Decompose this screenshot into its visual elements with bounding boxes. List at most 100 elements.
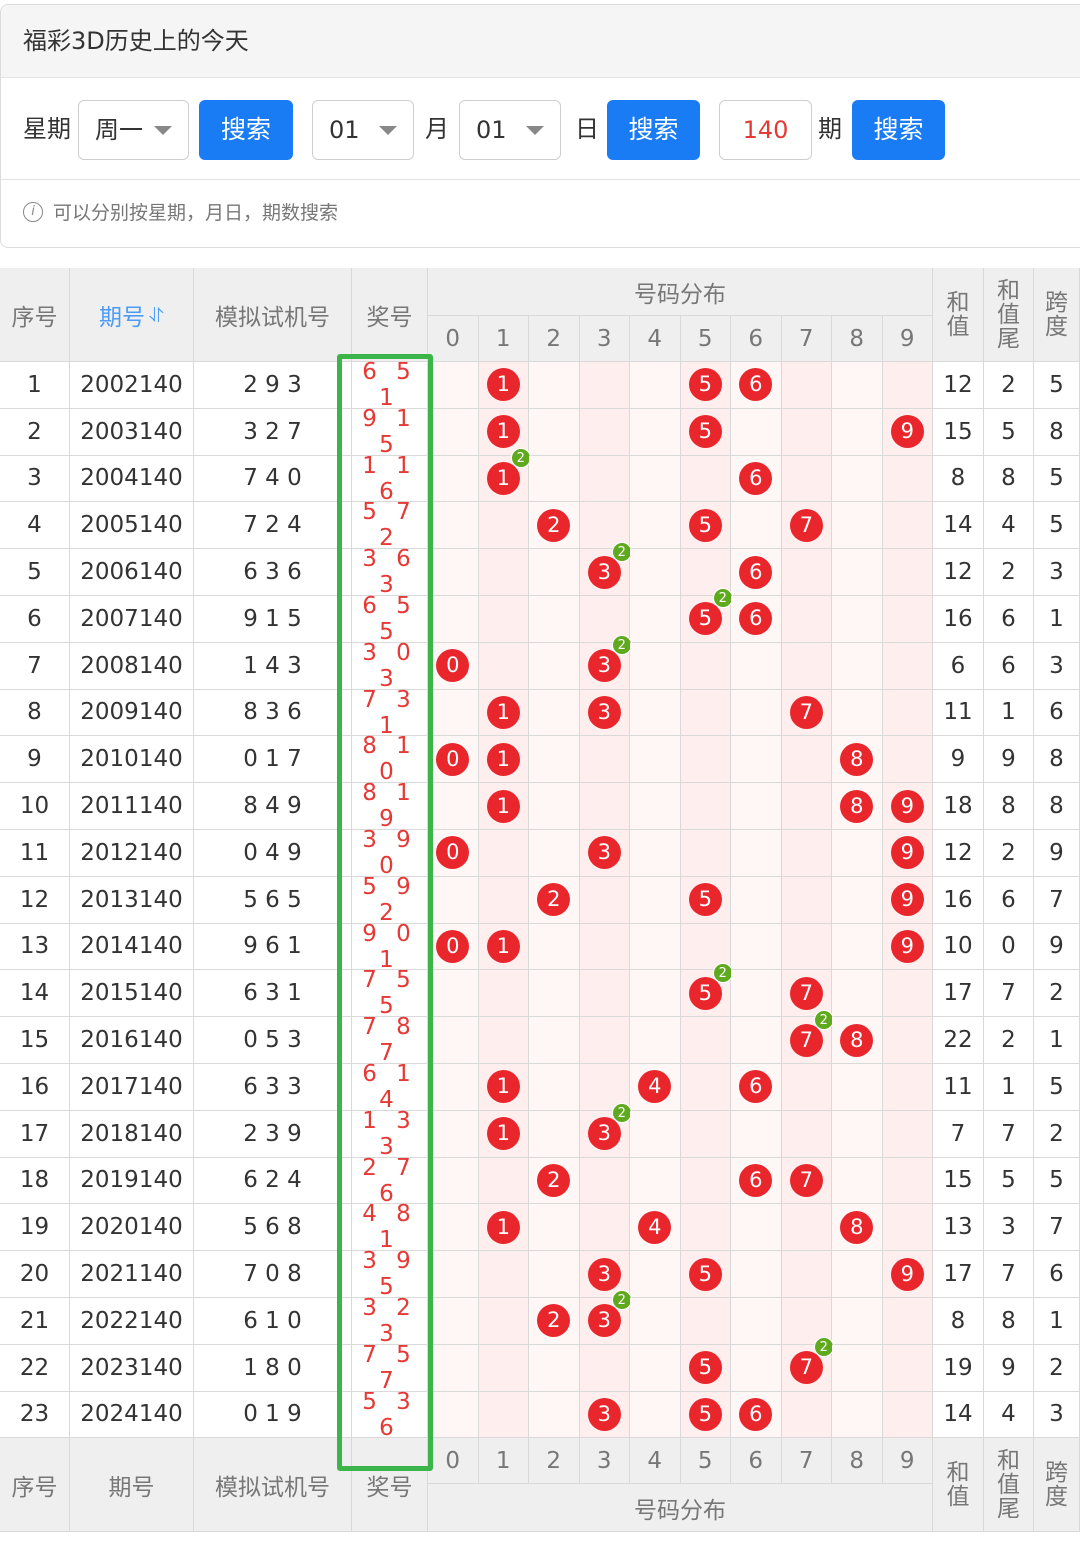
- distribution-cell-6: 6: [731, 455, 782, 503]
- header-period[interactable]: 期号 ⥯: [70, 268, 194, 362]
- header-digit-4: 4: [630, 316, 681, 362]
- row-trial: 0 4 9: [194, 830, 352, 877]
- distribution-cell-0: [428, 1110, 479, 1158]
- row-sum: 19: [933, 1344, 984, 1392]
- distribution-cell-4: [630, 1391, 681, 1439]
- distribution-cell-1: 1: [478, 1110, 529, 1158]
- row-index: 8: [0, 689, 70, 737]
- row-span: 6: [1034, 1251, 1080, 1298]
- distribution-cell-3: [579, 455, 630, 503]
- number-ball: 2: [537, 1163, 571, 1197]
- number-ball: 6: [739, 602, 773, 636]
- distribution-cell-3: [579, 783, 630, 830]
- distribution-cell-7: [781, 408, 832, 456]
- row-prize: 2 7 6: [352, 1155, 428, 1207]
- distribution-cell-6: [731, 1017, 782, 1064]
- number-ball: 1: [486, 415, 520, 449]
- row-period: 2018140: [70, 1110, 194, 1158]
- row-prize: 5 9 2: [352, 874, 428, 926]
- distribution-cell-4: [630, 549, 681, 596]
- chevron-down-icon: [154, 126, 172, 135]
- row-period: 2014140: [70, 923, 194, 971]
- month-select[interactable]: 01: [312, 100, 414, 160]
- number-ball: 5: [688, 883, 722, 917]
- row-index: 1: [0, 362, 70, 409]
- row-sum-tail: 2: [984, 362, 1034, 409]
- header-span: 跨度: [1034, 268, 1080, 362]
- distribution-cell-1: 1: [478, 362, 529, 409]
- distribution-cell-6: [731, 502, 782, 550]
- distribution-cell-9: [882, 1298, 933, 1345]
- period-input[interactable]: 140: [719, 100, 812, 160]
- header-digit-1: 1: [478, 316, 529, 362]
- distribution-cell-9: [882, 970, 933, 1018]
- distribution-cell-1: [478, 1344, 529, 1392]
- distribution-cell-1: 1: [478, 689, 529, 737]
- row-period: 2012140: [70, 830, 194, 877]
- row-prize: 3 9 0: [352, 827, 428, 879]
- distribution-cell-8: [832, 923, 883, 971]
- distribution-cell-5: [680, 1157, 731, 1205]
- row-sum-tail: 7: [984, 970, 1034, 1018]
- row-index: 3: [0, 455, 70, 503]
- distribution-cell-6: [731, 408, 782, 456]
- number-ball: 7: [789, 508, 823, 542]
- distribution-cell-7: 7: [781, 689, 832, 737]
- row-prize: 5 3 6: [352, 1389, 428, 1441]
- period-search-button[interactable]: 搜索: [852, 100, 945, 160]
- row-index: 17: [0, 1110, 70, 1158]
- row-sum: 14: [933, 1391, 984, 1439]
- sort-icon[interactable]: ⥯: [149, 303, 164, 327]
- distribution-cell-3: [579, 923, 630, 971]
- row-sum-tail: 1: [984, 1064, 1034, 1111]
- header-index: 序号: [0, 1438, 70, 1533]
- distribution-cell-1: 1: [478, 1064, 529, 1111]
- distribution-cell-7: [781, 783, 832, 830]
- number-ball: 1: [486, 1070, 520, 1104]
- number-ball: 5: [688, 1257, 722, 1291]
- month-value: 01: [329, 116, 360, 144]
- number-ball: 5: [688, 1397, 722, 1431]
- row-sum: 8: [933, 455, 984, 503]
- number-ball: 32: [587, 635, 632, 683]
- distribution-cell-7: [781, 830, 832, 877]
- header-sum-tail: 和值尾: [984, 1438, 1034, 1533]
- date-search-button[interactable]: 搜索: [607, 100, 700, 160]
- number-ball: 5: [688, 508, 722, 542]
- distribution-cell-9: 9: [882, 876, 933, 924]
- row-sum: 22: [933, 1017, 984, 1064]
- weekday-search-button[interactable]: 搜索: [199, 100, 293, 160]
- row-period: 2020140: [70, 1204, 194, 1252]
- row-sum: 12: [933, 830, 984, 877]
- distribution-cell-1: [478, 502, 529, 550]
- distribution-cell-3: [579, 1017, 630, 1064]
- number-ball: 2: [537, 1304, 571, 1338]
- distribution-cell-3: 32: [579, 635, 632, 690]
- distribution-cell-0: [428, 1017, 479, 1064]
- repeat-count-badge: 2: [611, 635, 632, 656]
- number-ball: 9: [890, 929, 924, 963]
- number-ball: 6: [739, 1163, 773, 1197]
- weekday-select[interactable]: 周一: [78, 100, 189, 160]
- row-sum-tail: 2: [984, 549, 1034, 596]
- row-trial: 5 6 5: [194, 876, 352, 924]
- row-trial: 1 4 3: [194, 642, 352, 690]
- distribution-cell-8: [832, 830, 883, 877]
- distribution-cell-4: [630, 1110, 681, 1158]
- number-ball: 1: [486, 368, 520, 402]
- distribution-cell-4: [630, 408, 681, 456]
- distribution-cell-8: 8: [832, 1017, 883, 1064]
- number-ball: 0: [436, 742, 470, 776]
- distribution-cell-9: [882, 502, 933, 550]
- distribution-cell-0: [428, 783, 479, 830]
- header-digit-2: 2: [529, 316, 580, 362]
- distribution-cell-6: [731, 830, 782, 877]
- distribution-cell-9: [882, 1157, 933, 1205]
- day-select[interactable]: 01: [459, 100, 561, 160]
- row-sum: 15: [933, 408, 984, 456]
- distribution-cell-3: [579, 876, 630, 924]
- row-span: 2: [1034, 970, 1080, 1018]
- row-index: 15: [0, 1017, 70, 1064]
- distribution-cell-2: [529, 549, 580, 596]
- row-span: 2: [1034, 1110, 1080, 1158]
